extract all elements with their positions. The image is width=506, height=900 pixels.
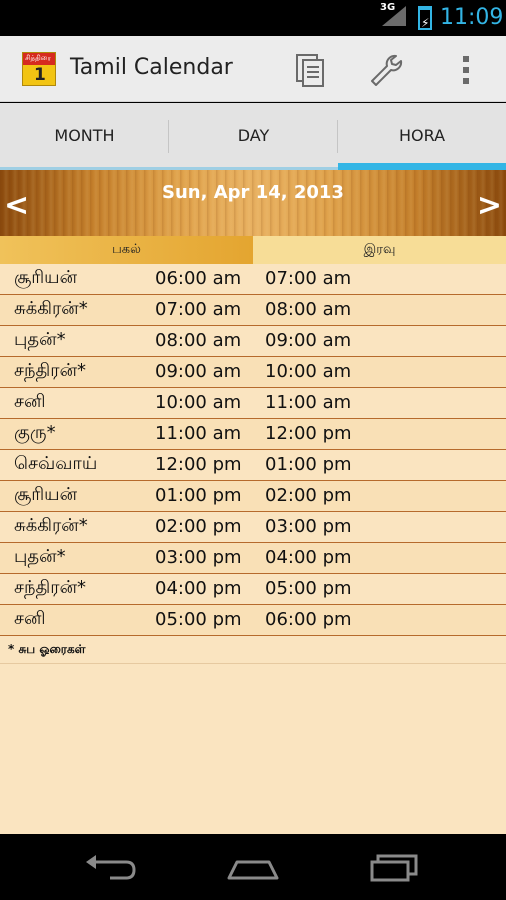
planet-name: சந்திரன்* (14, 577, 87, 598)
hora-row: சூரியன் 01:00 pm 02:00 pm (0, 481, 506, 512)
planet-name: புதன்* (14, 329, 66, 350)
tab-month-label: MONTH (54, 126, 115, 145)
day-time: 03:00 pm (155, 547, 242, 568)
hora-column-headers: பகல் இரவு (0, 236, 506, 264)
footnote-divider (0, 663, 506, 664)
hora-row: சனி 05:00 pm 06:00 pm (0, 605, 506, 636)
day-time: 11:00 am (155, 423, 242, 444)
night-time: 09:00 am (265, 330, 352, 351)
logo-number: 1 (34, 65, 46, 85)
night-time: 07:00 am (265, 268, 352, 289)
hora-row: சூரியன் 06:00 am 07:00 am (0, 264, 506, 295)
home-icon[interactable] (223, 848, 283, 888)
day-time: 07:00 am (155, 299, 242, 320)
tab-hora[interactable]: HORA (338, 103, 506, 170)
tab-hora-label: HORA (398, 126, 446, 145)
hora-row: சுக்கிரன்* 07:00 am 08:00 am (0, 295, 506, 326)
night-time: 03:00 pm (265, 516, 352, 537)
copy-icon[interactable] (290, 50, 330, 90)
hora-row: செவ்வாய் 12:00 pm 01:00 pm (0, 450, 506, 481)
hora-list[interactable]: சூரியன் 06:00 am 07:00 am சுக்கிரன்* 07:… (0, 264, 506, 834)
day-column-header: பகல் (0, 236, 253, 264)
date-bar: < Sun, Apr 14, 2013 > (0, 170, 506, 236)
battery-charging-icon: ⚡ (418, 6, 432, 30)
planet-name: புதன்* (14, 546, 66, 567)
status-time: 11:09 (440, 5, 504, 30)
night-time: 06:00 pm (265, 609, 352, 630)
tab-bar: MONTH DAY HORA (0, 103, 506, 170)
day-time: 10:00 am (155, 392, 242, 413)
back-icon[interactable] (80, 848, 140, 888)
planet-name: சுக்கிரன்* (14, 515, 88, 536)
night-time: 11:00 am (265, 392, 352, 413)
auspicious-hora-footnote: * சுப ஓரைகள் (8, 642, 86, 656)
hora-row: சுக்கிரன்* 02:00 pm 03:00 pm (0, 512, 506, 543)
tab-indicator-active (338, 163, 506, 170)
day-time: 08:00 am (155, 330, 242, 351)
current-date: Sun, Apr 14, 2013 (162, 182, 344, 203)
tab-month[interactable]: MONTH (0, 103, 169, 170)
wrench-icon[interactable] (366, 50, 406, 90)
planet-name: சந்திரன்* (14, 360, 87, 381)
planet-name: சனி (14, 608, 46, 629)
day-time: 01:00 pm (155, 485, 242, 506)
system-nav-bar (0, 834, 506, 900)
day-time: 05:00 pm (155, 609, 242, 630)
night-time: 01:00 pm (265, 454, 352, 475)
planet-name: சுக்கிரன்* (14, 298, 88, 319)
action-bar: சித்திரை 1 Tamil Calendar (0, 36, 506, 102)
night-time: 10:00 am (265, 361, 352, 382)
logo-text: சித்திரை (25, 54, 52, 62)
overflow-menu-icon[interactable] (446, 50, 486, 90)
signal-icon (382, 6, 406, 26)
night-time: 12:00 pm (265, 423, 352, 444)
day-time: 12:00 pm (155, 454, 242, 475)
day-time: 04:00 pm (155, 578, 242, 599)
night-time: 05:00 pm (265, 578, 352, 599)
night-time: 02:00 pm (265, 485, 352, 506)
night-time: 08:00 am (265, 299, 352, 320)
hora-row: புதன்* 03:00 pm 04:00 pm (0, 543, 506, 574)
app-title: Tamil Calendar (70, 55, 233, 80)
planet-name: செவ்வாய் (14, 453, 98, 474)
day-time: 02:00 pm (155, 516, 242, 537)
next-day-button[interactable]: > (477, 191, 502, 221)
planet-name: சூரியன் (14, 484, 78, 505)
night-column-header: இரவு (253, 236, 506, 264)
status-bar: 3G ⚡ 11:09 (0, 0, 506, 36)
app-logo-icon[interactable]: சித்திரை 1 (22, 52, 56, 86)
day-time: 09:00 am (155, 361, 242, 382)
hora-row: புதன்* 08:00 am 09:00 am (0, 326, 506, 357)
hora-row: குரு* 11:00 am 12:00 pm (0, 419, 506, 450)
tab-day-label: DAY (237, 126, 270, 145)
planet-name: குரு* (14, 422, 56, 443)
planet-name: சூரியன் (14, 267, 78, 288)
day-time: 06:00 am (155, 268, 242, 289)
tab-day[interactable]: DAY (169, 103, 338, 170)
recent-apps-icon[interactable] (364, 848, 424, 888)
planet-name: சனி (14, 391, 46, 412)
hora-row: சந்திரன்* 09:00 am 10:00 am (0, 357, 506, 388)
night-time: 04:00 pm (265, 547, 352, 568)
hora-row: சந்திரன்* 04:00 pm 05:00 pm (0, 574, 506, 605)
hora-row: சனி 10:00 am 11:00 am (0, 388, 506, 419)
